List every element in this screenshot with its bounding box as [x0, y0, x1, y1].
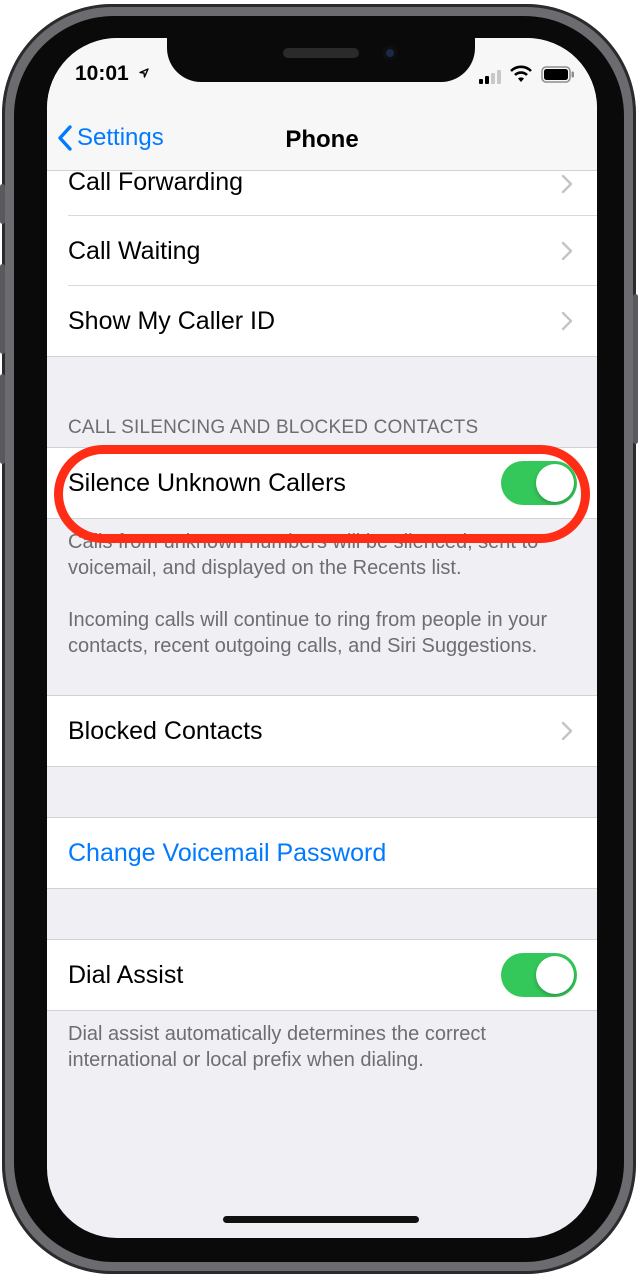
cell-label: Blocked Contacts [68, 716, 263, 745]
side-button [633, 294, 638, 444]
status-time: 10:01 [75, 62, 129, 85]
page-title: Phone [285, 126, 359, 153]
front-camera [383, 46, 397, 60]
section-header: CALL SILENCING AND BLOCKED CONTACTS [68, 417, 479, 438]
toggle-knob [536, 956, 574, 994]
cellular-signal-icon [479, 68, 501, 84]
cell-change-voicemail-password[interactable]: Change Voicemail Password [47, 818, 597, 888]
navigation-bar: Settings Phone [47, 110, 597, 171]
volume-up-button [0, 264, 5, 354]
cell-show-my-caller-id[interactable]: Show My Caller ID [47, 286, 597, 356]
screen: 10:01 Settings Phone Call Forwarding Cal… [47, 38, 597, 1238]
home-indicator[interactable] [223, 1216, 419, 1223]
highlight-annotation-circle [54, 445, 590, 543]
cell-label: Show My Caller ID [68, 306, 275, 335]
change-voicemail-password-link: Change Voicemail Password [68, 838, 387, 867]
chevron-right-icon [561, 721, 573, 741]
wifi-icon [510, 65, 532, 82]
earpiece-speaker [283, 48, 359, 58]
notch [167, 38, 475, 82]
mute-switch [0, 184, 5, 224]
cell-call-forwarding[interactable]: Call Forwarding [47, 168, 597, 216]
section-footer: Incoming calls will continue to ring fro… [68, 609, 548, 657]
location-arrow-icon [139, 68, 149, 78]
cell-label: Call Forwarding [68, 168, 244, 196]
section-footer: Dial assist automatically determines the… [68, 1023, 486, 1071]
cell-dial-assist: Dial Assist [47, 940, 597, 1010]
battery-icon [541, 66, 574, 83]
settings-list: Call Forwarding Call Waiting Show My Cal… [47, 168, 597, 1073]
chevron-right-icon [561, 174, 573, 194]
chevron-right-icon [561, 241, 573, 261]
cell-call-waiting[interactable]: Call Waiting [47, 216, 597, 286]
dial-assist-toggle[interactable] [501, 953, 577, 997]
chevron-right-icon [561, 311, 573, 331]
cell-label: Dial Assist [68, 960, 184, 989]
volume-down-button [0, 374, 5, 464]
cell-blocked-contacts[interactable]: Blocked Contacts [47, 696, 597, 766]
cell-label: Call Waiting [68, 236, 201, 265]
